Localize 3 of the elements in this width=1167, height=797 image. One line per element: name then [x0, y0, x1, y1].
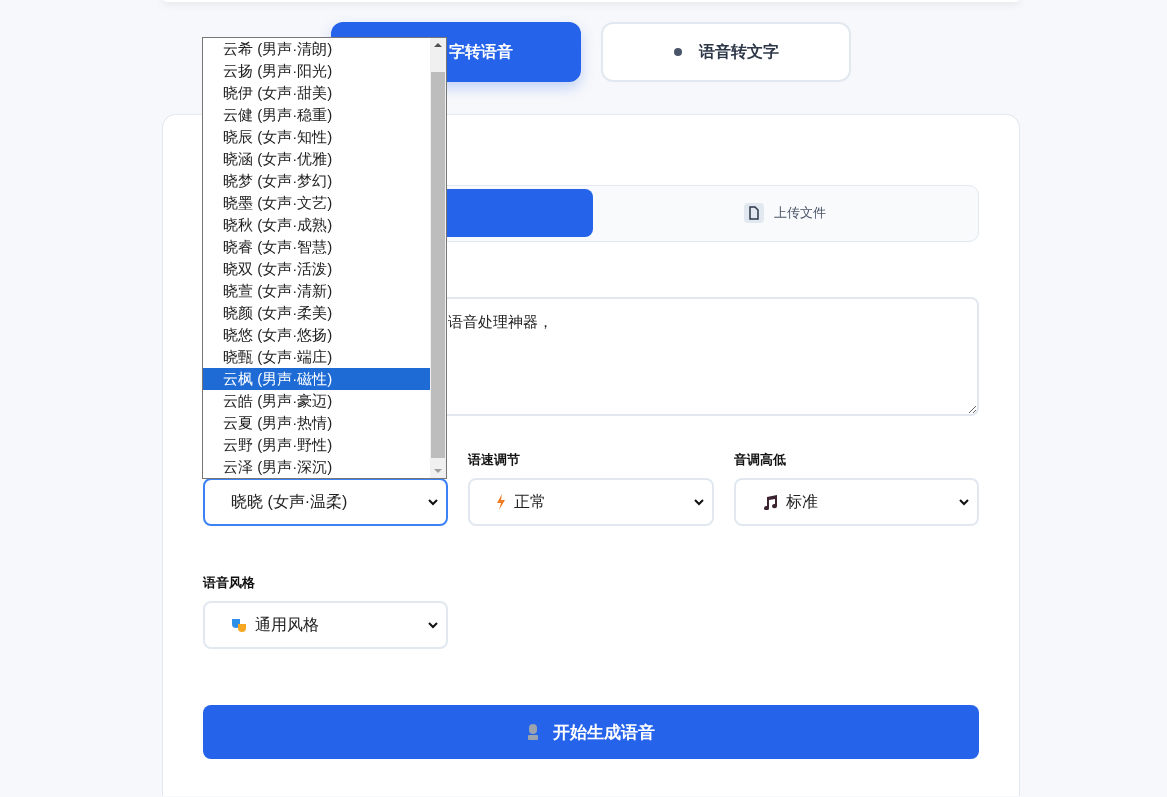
field-label: 语音风格	[203, 574, 255, 590]
field-label: 语速调节	[468, 451, 521, 467]
field-label: 音调高低	[733, 451, 786, 467]
